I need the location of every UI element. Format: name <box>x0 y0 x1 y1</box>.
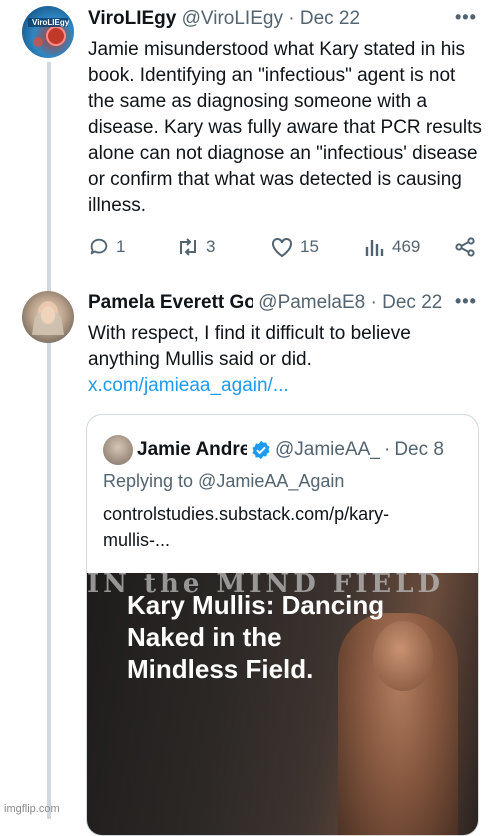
more-options-icon[interactable]: ••• <box>455 7 477 28</box>
jamie-avatar[interactable] <box>103 435 133 465</box>
repost-count: 3 <box>206 237 216 256</box>
separator: · <box>370 292 377 313</box>
tweet2-body: With respect, I find it difficult to bel… <box>88 323 411 370</box>
tweet2-text: With respect, I find it difficult to bel… <box>88 321 483 399</box>
like-count: 15 <box>300 237 319 256</box>
views-chart-icon <box>365 240 384 256</box>
viroliegy-avatar[interactable]: ViroLIEgy <box>22 6 74 58</box>
author-name[interactable]: ViroLIEgy <box>88 8 176 29</box>
pamela-avatar[interactable] <box>22 291 74 343</box>
author-name[interactable]: Pamela Everett Go <box>88 291 253 315</box>
separator: · <box>288 8 295 29</box>
replying-to: Replying to @JamieAA_Again <box>103 471 345 491</box>
quote-url-text[interactable]: controlstudies.substack.com/p/kary-mulli… <box>103 501 453 553</box>
post-date[interactable]: Dec 22 <box>382 292 442 313</box>
tweet2-link[interactable]: x.com/jamieaa_again/... <box>88 375 289 396</box>
like-button[interactable]: 15 <box>270 236 319 258</box>
avatar-text: ViroLIEgy <box>32 18 70 27</box>
quoted-tweet-card[interactable]: Jamie Andre @JamieAA_A · Dec 8 Replying … <box>86 414 479 836</box>
verified-badge-icon <box>252 440 270 460</box>
quote-author-handle[interactable]: @JamieAA_A <box>275 439 380 461</box>
tweet1-header: ViroLIEgy @ViroLIEgy · Dec 22 <box>88 7 360 31</box>
watermark: imgflip.com <box>4 803 60 815</box>
post-date[interactable]: Dec 22 <box>300 8 360 29</box>
tweet1-text: Jamie misunderstood what Kary stated in … <box>88 39 482 216</box>
heart-icon <box>272 237 292 258</box>
thread-line <box>47 62 51 819</box>
separator: · <box>384 439 391 460</box>
virus-icon <box>28 18 68 47</box>
quote-date[interactable]: Dec 8 <box>394 439 444 461</box>
reply-icon <box>90 238 108 255</box>
person-photo-icon <box>32 301 64 335</box>
reply-count: 1 <box>116 237 126 256</box>
quote-author-name[interactable]: Jamie Andre <box>137 439 247 461</box>
repost-icon <box>180 238 196 256</box>
author-handle[interactable]: @PamelaE8 <box>258 292 365 313</box>
repost-button[interactable]: 3 <box>176 236 215 258</box>
views-button[interactable]: 469 <box>364 236 420 258</box>
quote-header: Jamie Andre @JamieAA_A · Dec 8 <box>103 435 444 465</box>
media-title: Kary Mullis: Dancing Naked in the Mindle… <box>127 590 385 684</box>
article-image[interactable]: IN the MIND FIELD Kary Mullis: Dancing N… <box>87 573 478 835</box>
tweet2-header: Pamela Everett Go @PamelaE8 · Dec 22 <box>88 291 442 315</box>
share-icon <box>455 237 475 257</box>
author-handle[interactable]: @ViroLIEgy <box>182 8 283 29</box>
reply-button[interactable]: 1 <box>88 236 125 258</box>
more-options-icon[interactable]: ••• <box>455 291 477 312</box>
share-button[interactable] <box>454 236 476 258</box>
view-count: 469 <box>392 237 421 256</box>
